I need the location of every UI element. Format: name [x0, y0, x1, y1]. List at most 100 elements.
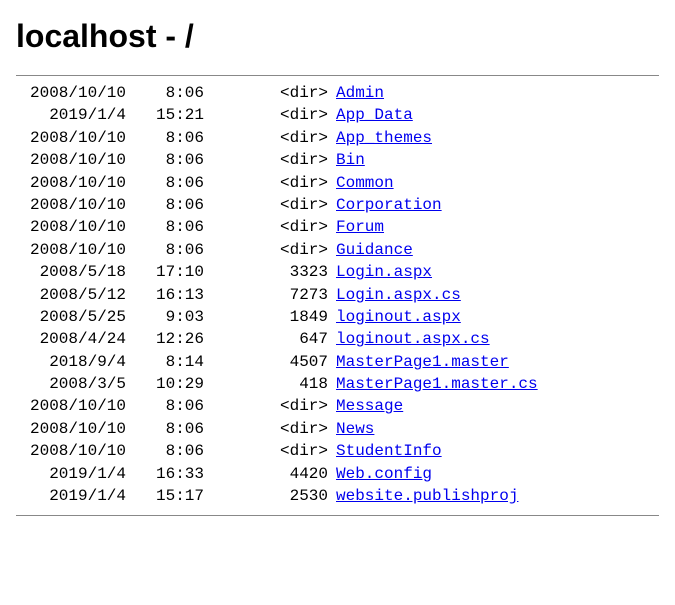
file-date: 2008/10/10 — [16, 172, 126, 194]
file-date: 2008/4/24 — [16, 328, 126, 350]
file-time: 8:06 — [140, 172, 204, 194]
file-size: <dir> — [218, 82, 328, 104]
file-date: 2008/10/10 — [16, 194, 126, 216]
file-size: 418 — [218, 373, 328, 395]
file-name-cell: Web.config — [336, 463, 432, 485]
file-name-cell: News — [336, 418, 374, 440]
file-date: 2019/1/4 — [16, 485, 126, 507]
file-link[interactable]: Guidance — [336, 241, 413, 259]
list-item: 2008/5/12 16:13 7273 Login.aspx.cs — [16, 284, 659, 306]
file-link[interactable]: Login.aspx.cs — [336, 286, 461, 304]
list-item: 2019/1/4 15:17 2530 website.publishproj — [16, 485, 659, 507]
file-name-cell: App_themes — [336, 127, 432, 149]
file-date: 2008/10/10 — [16, 216, 126, 238]
file-time: 8:06 — [140, 440, 204, 462]
file-date: 2008/5/12 — [16, 284, 126, 306]
list-item: 2008/10/108:06<dir>Message — [16, 395, 659, 417]
file-size: 647 — [218, 328, 328, 350]
file-name-cell: Corporation — [336, 194, 442, 216]
list-item: 2008/10/108:06<dir>Corporation — [16, 194, 659, 216]
file-link[interactable]: Bin — [336, 151, 365, 169]
file-size: <dir> — [218, 418, 328, 440]
file-size: <dir> — [218, 395, 328, 417]
file-date: 2008/5/25 — [16, 306, 126, 328]
list-item: 2008/10/10 8:06 <dir> Guidance — [16, 239, 659, 261]
file-date: 2008/10/10 — [16, 82, 126, 104]
file-time: 15:17 — [140, 485, 204, 507]
file-time: 8:06 — [140, 239, 204, 261]
file-size: 2530 — [218, 485, 328, 507]
file-date: 2008/10/10 — [16, 440, 126, 462]
file-size: <dir> — [218, 239, 328, 261]
file-name-cell: Message — [336, 395, 403, 417]
file-time: 8:06 — [140, 418, 204, 440]
file-size: 4507 — [218, 351, 328, 373]
file-link[interactable]: Admin — [336, 84, 384, 102]
file-link[interactable]: Web.config — [336, 465, 432, 483]
file-size: 4420 — [218, 463, 328, 485]
file-time: 8:06 — [140, 149, 204, 171]
file-name-cell: StudentInfo — [336, 440, 442, 462]
file-time: 9:03 — [140, 306, 204, 328]
file-link[interactable]: loginout.aspx.cs — [336, 330, 490, 348]
file-name-cell: MasterPage1.master — [336, 351, 509, 373]
file-time: 17:10 — [140, 261, 204, 283]
file-link[interactable]: StudentInfo — [336, 442, 442, 460]
file-date: 2008/3/5 — [16, 373, 126, 395]
list-item: 2008/5/25 9:03 1849 loginout.aspx — [16, 306, 659, 328]
file-name-cell: MasterPage1.master.cs — [336, 373, 538, 395]
page-title: localhost - / — [16, 18, 659, 55]
file-name-cell: Common — [336, 172, 394, 194]
file-name-cell: Login.aspx.cs — [336, 284, 461, 306]
file-time: 10:29 — [140, 373, 204, 395]
file-size: 1849 — [218, 306, 328, 328]
file-link[interactable]: News — [336, 420, 374, 438]
file-size: 3323 — [218, 261, 328, 283]
file-link[interactable]: Message — [336, 397, 403, 415]
list-item: 2008/10/10 8:06 <dir> Bin — [16, 149, 659, 171]
file-time: 16:13 — [140, 284, 204, 306]
list-item: 2008/10/10 8:06 <dir> Admin — [16, 82, 659, 104]
file-time: 15:21 — [140, 104, 204, 126]
file-name-cell: Login.aspx — [336, 261, 432, 283]
file-size: 7273 — [218, 284, 328, 306]
file-time: 8:06 — [140, 127, 204, 149]
list-item: 2008/10/108:06<dir>Forum — [16, 216, 659, 238]
file-link[interactable]: MasterPage1.master.cs — [336, 375, 538, 393]
list-item: 2008/4/2412:26647loginout.aspx.cs — [16, 328, 659, 350]
file-date: 2008/10/10 — [16, 149, 126, 171]
file-time: 8:06 — [140, 82, 204, 104]
list-item: 2008/10/108:06<dir>Common — [16, 172, 659, 194]
file-name-cell: Forum — [336, 216, 384, 238]
file-link[interactable]: Forum — [336, 218, 384, 236]
file-name-cell: Guidance — [336, 239, 413, 261]
file-size: <dir> — [218, 216, 328, 238]
file-name-cell: website.publishproj — [336, 485, 518, 507]
file-date: 2008/10/10 — [16, 127, 126, 149]
divider-bottom — [16, 515, 659, 516]
file-link[interactable]: Corporation — [336, 196, 442, 214]
file-link[interactable]: App_themes — [336, 129, 432, 147]
file-name-cell: Admin — [336, 82, 384, 104]
file-link[interactable]: App_Data — [336, 106, 413, 124]
file-link[interactable]: Login.aspx — [336, 263, 432, 281]
file-link[interactable]: Common — [336, 174, 394, 192]
list-item: 2008/10/108:06<dir>News — [16, 418, 659, 440]
list-item: 2008/5/18 17:10 3323 Login.aspx — [16, 261, 659, 283]
file-date: 2008/10/10 — [16, 239, 126, 261]
list-item: 2008/10/10 8:06 <dir> StudentInfo — [16, 440, 659, 462]
file-date: 2019/1/4 — [16, 104, 126, 126]
file-link[interactable]: MasterPage1.master — [336, 353, 509, 371]
file-size: <dir> — [218, 149, 328, 171]
file-link[interactable]: website.publishproj — [336, 487, 518, 505]
file-date: 2008/5/18 — [16, 261, 126, 283]
list-item: 2018/9/48:144507MasterPage1.master — [16, 351, 659, 373]
file-name-cell: Bin — [336, 149, 365, 171]
file-time: 8:06 — [140, 395, 204, 417]
file-name-cell: App_Data — [336, 104, 413, 126]
file-link[interactable]: loginout.aspx — [336, 308, 461, 326]
file-name-cell: loginout.aspx — [336, 306, 461, 328]
list-item: 2019/1/415:21<dir>App_Data — [16, 104, 659, 126]
file-size: <dir> — [218, 440, 328, 462]
file-time: 8:14 — [140, 351, 204, 373]
